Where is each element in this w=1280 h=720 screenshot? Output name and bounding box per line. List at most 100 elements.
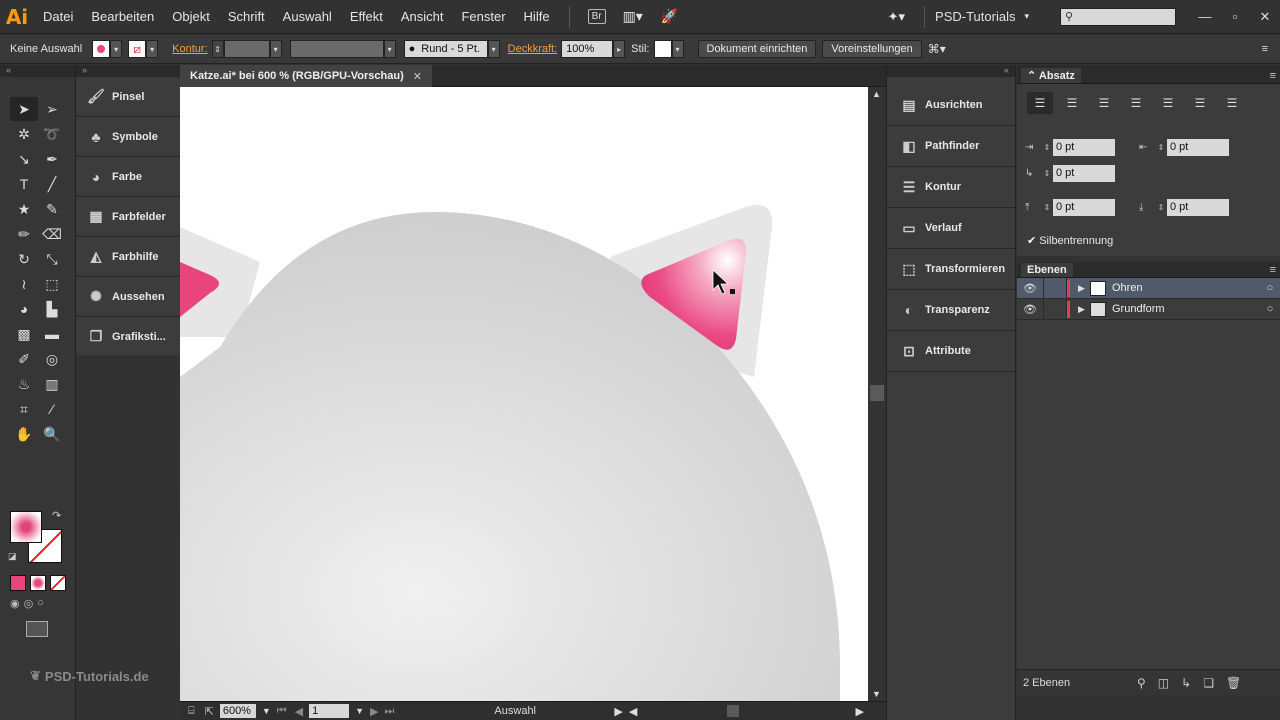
artboard-canvas[interactable] [180, 87, 868, 701]
lock-toggle[interactable] [1043, 277, 1067, 299]
free-transform-tool-icon[interactable]: ⬚ [38, 272, 66, 296]
star-tool-icon[interactable]: ★ [10, 197, 38, 221]
chevron-down-icon[interactable]: ▾ [383, 40, 396, 58]
fill-swatch-large[interactable] [10, 511, 42, 543]
search-input[interactable]: ⚲ [1060, 7, 1176, 26]
draw-behind-icon[interactable]: ◎ [24, 597, 34, 610]
draw-inside-icon[interactable]: ○ [37, 597, 44, 610]
layer-row-grundform[interactable]: 👁 ▶ Grundform ○ [1017, 298, 1280, 320]
chevron-down-icon[interactable]: ▾ [487, 40, 500, 58]
panel-menu-icon[interactable]: ≡ [1270, 70, 1276, 82]
visibility-eye-icon[interactable]: 👁 [1017, 282, 1043, 295]
panel-kontur[interactable]: ☰ Kontur [887, 167, 1015, 208]
stepper-icon[interactable]: ⇕ [1041, 203, 1053, 212]
chevron-down-icon[interactable]: ▾ [1015, 11, 1038, 22]
layer-name[interactable]: Ohren [1112, 282, 1260, 294]
stepper-icon[interactable]: ⇕ [1041, 169, 1053, 178]
locate-object-icon[interactable]: ⚲ [1137, 676, 1146, 690]
draw-normal-icon[interactable]: ◉ [10, 597, 20, 610]
fill-color-dropdown[interactable]: ▾ [92, 40, 123, 58]
artboard-navigator-icon[interactable]: ⌸ [188, 705, 195, 718]
new-layer-icon[interactable]: ❏ [1203, 676, 1214, 690]
default-colors-icon[interactable]: ◪ [8, 551, 17, 562]
stepper-icon[interactable]: ⇕ [1041, 143, 1053, 152]
stroke-color-dropdown[interactable]: ⧄ ▾ [128, 40, 159, 58]
stroke-label[interactable]: Kontur: [172, 43, 207, 55]
justify-right-icon[interactable]: ☰ [1187, 92, 1213, 114]
justify-all-icon[interactable]: ☰ [1219, 92, 1245, 114]
chevron-down-icon[interactable]: ▾ [671, 40, 684, 58]
panel-pathfinder[interactable]: ◧ Pathfinder [887, 126, 1015, 167]
justify-center-icon[interactable]: ☰ [1155, 92, 1181, 114]
space-after-input[interactable]: 0 pt [1167, 198, 1229, 216]
panel-transparenz[interactable]: ◐ Transparenz [887, 290, 1015, 331]
type-tool-icon[interactable]: T [10, 172, 38, 196]
right-indent-input[interactable]: 0 pt [1167, 138, 1229, 156]
symbol-sprayer-tool-icon[interactable]: ♨ [10, 372, 38, 396]
scroll-right-icon[interactable]: ▶ [856, 705, 864, 718]
menu-datei[interactable]: Datei [34, 9, 82, 24]
gpu-performance-icon[interactable]: 🚀 [652, 8, 687, 25]
justify-left-icon[interactable]: ☰ [1123, 92, 1149, 114]
chevron-right-icon[interactable]: ▸ [613, 40, 626, 58]
bridge-button[interactable]: Br [587, 9, 606, 24]
panel-attribute[interactable]: ⊡ Attribute [887, 331, 1015, 372]
maximize-button[interactable]: ▫ [1220, 7, 1250, 27]
space-before-input[interactable]: 0 pt [1053, 198, 1115, 216]
expand-triangle-icon[interactable]: ▶ [1078, 283, 1090, 294]
stroke-weight-stepper[interactable]: ⇕ [211, 40, 224, 58]
screen-mode-icon[interactable] [26, 621, 48, 637]
close-tab-icon[interactable]: ✕ [413, 70, 422, 83]
panel-pinsel[interactable]: 🖌 Pinsel [76, 77, 180, 117]
direct-selection-tool-icon[interactable]: ➢ [38, 97, 66, 121]
document-setup-button[interactable]: Dokument einrichten [697, 40, 817, 58]
prev-artboard-icon[interactable]: ◀ [295, 705, 303, 718]
gradient-tool-icon[interactable]: ▬ [38, 322, 66, 346]
hand-tool-icon[interactable]: ✋ [10, 422, 38, 446]
document-tab[interactable]: Katze.ai* bei 600 % (RGB/GPU-Vorschau) ✕ [180, 65, 432, 87]
blend-tool-icon[interactable]: ◎ [38, 347, 66, 371]
shape-builder-tool-icon[interactable]: ◕ [10, 297, 38, 321]
vertical-scrollbar[interactable]: ▲ ▼ [868, 87, 886, 701]
expand-panels-icon[interactable]: » [76, 65, 180, 77]
chevron-down-icon[interactable]: ▾ [146, 40, 159, 58]
panel-farbfelder[interactable]: ▦ Farbfelder [76, 197, 180, 237]
vertical-scroll-thumb[interactable] [870, 385, 884, 401]
opacity-label[interactable]: Deckkraft: [508, 43, 558, 55]
fill-swatch[interactable] [92, 40, 111, 58]
expand-triangle-icon[interactable]: ▶ [1078, 304, 1090, 315]
menu-effekt[interactable]: Effekt [341, 9, 392, 24]
none-mode-icon[interactable] [50, 575, 66, 591]
stroke-weight-field[interactable] [223, 40, 270, 58]
scroll-down-icon[interactable]: ▼ [872, 689, 881, 699]
artboard-tool-icon[interactable]: ⌗ [10, 397, 38, 421]
graph-tool-icon[interactable]: ▥ [38, 372, 66, 396]
eraser-tool-icon[interactable]: ⌫ [38, 222, 66, 246]
horizontal-scroll-thumb[interactable] [727, 704, 740, 717]
stepper-icon[interactable]: ⇕ [1155, 203, 1167, 212]
stroke-swatch[interactable]: ⧄ [128, 40, 147, 58]
toolbar-collapse-icon[interactable]: « [0, 65, 75, 77]
brush-definition-field[interactable]: ● Rund - 5 Pt. [403, 40, 488, 58]
panel-ausrichten[interactable]: ▤ Ausrichten [887, 85, 1015, 126]
last-artboard-icon[interactable]: ⏭ [385, 705, 395, 718]
menu-bearbeiten[interactable]: Bearbeiten [82, 9, 163, 24]
pencil-tool-icon[interactable]: ✏ [10, 222, 38, 246]
scale-tool-icon[interactable]: ⤡ [38, 247, 66, 271]
warp-tool-icon[interactable]: ≀ [10, 272, 38, 296]
visibility-eye-icon[interactable]: 👁 [1017, 303, 1043, 316]
menu-fenster[interactable]: Fenster [452, 9, 514, 24]
color-mode-icon[interactable] [10, 575, 26, 591]
artboard-number-field[interactable]: 1 [309, 704, 350, 718]
eyedropper-tool-icon[interactable]: ✐ [10, 347, 38, 371]
first-line-indent-input[interactable]: 0 pt [1053, 164, 1115, 182]
panel-aussehen[interactable]: ✺ Aussehen [76, 277, 180, 317]
expand-panels-icon[interactable]: « [887, 65, 1015, 77]
preferences-button[interactable]: Voreinstellungen [822, 40, 922, 58]
menu-auswahl[interactable]: Auswahl [274, 9, 341, 24]
layer-name[interactable]: Grundform [1112, 303, 1260, 315]
workspace-switcher[interactable]: PSD-Tutorials [935, 9, 1015, 24]
rotate-tool-icon[interactable]: ↻ [10, 247, 38, 271]
stepper-icon[interactable]: ⇕ [1155, 143, 1167, 152]
tab-ebenen[interactable]: Ebenen [1021, 262, 1073, 277]
